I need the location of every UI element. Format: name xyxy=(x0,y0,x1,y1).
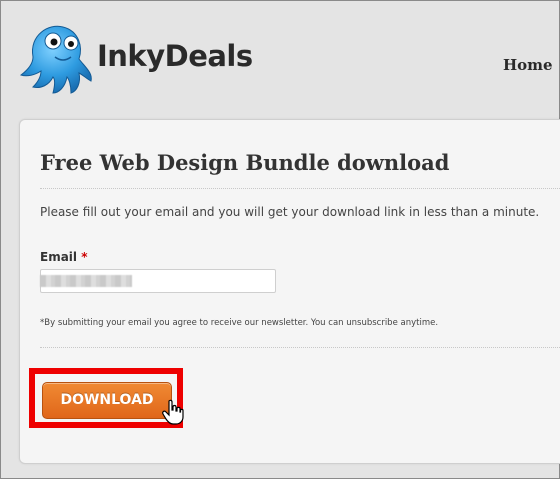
download-form-card: Free Web Design Bundle download Please f… xyxy=(19,119,560,464)
hand-pointer-cursor-icon xyxy=(162,399,184,425)
required-mark: * xyxy=(81,250,88,264)
email-label-text: Email xyxy=(40,250,78,264)
email-label: Email * xyxy=(40,250,88,264)
divider xyxy=(40,188,560,189)
nav-home-link[interactable]: Home xyxy=(503,56,553,74)
site-header: InkyDeals Home xyxy=(1,1,559,119)
octopus-logo-icon[interactable] xyxy=(19,17,97,97)
form-intro-text: Please fill out your email and you will … xyxy=(40,205,540,219)
newsletter-note: *By submitting your email you agree to r… xyxy=(40,318,439,328)
download-button[interactable]: DOWNLOAD xyxy=(42,382,172,419)
brand-name[interactable]: InkyDeals xyxy=(97,39,253,73)
blurred-email-value xyxy=(40,275,132,287)
divider xyxy=(40,347,560,348)
form-title: Free Web Design Bundle download xyxy=(40,150,450,175)
